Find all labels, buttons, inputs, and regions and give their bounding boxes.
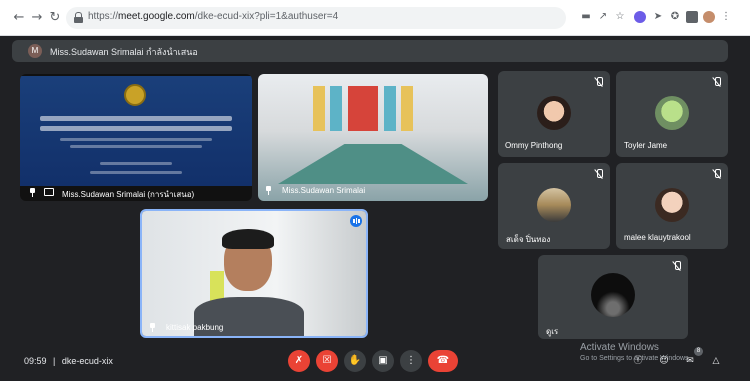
more-vert-icon: ⋮ [406, 355, 416, 366]
address-bar[interactable]: https://meet.google.com/dke-ecud-xix?pli… [66, 7, 566, 29]
lock-icon [74, 12, 83, 23]
camera-feed [142, 211, 366, 336]
slide-text-line [40, 116, 232, 121]
mic-toggle-button[interactable]: ✗ [288, 350, 310, 372]
browser-toolbar: ← → ↻ https://meet.google.com/dke-ecud-x… [0, 0, 750, 36]
present-screen-icon [44, 188, 54, 196]
camera-toggle-button[interactable]: ☒ [316, 350, 338, 372]
presenting-banner: M Miss.Sudawan Srimalai กำลังนำเสนอ [12, 40, 728, 62]
wall-panel-cyan [330, 86, 342, 131]
speaking-indicator-icon [350, 215, 362, 227]
participant-name: Miss.Sudawan Srimalai (การนำเสนอ) [62, 190, 195, 199]
back-icon[interactable]: ← [10, 9, 28, 27]
mic-off-icon [672, 261, 682, 271]
participant-name: Ommy Pinthong [505, 141, 563, 150]
avatar [655, 188, 689, 222]
leave-call-button[interactable]: ☎ [428, 350, 458, 372]
participant-tile-sadet[interactable]: สเด็จ ปิ่นทอง [498, 163, 610, 249]
raise-hand-button[interactable]: ✋ [344, 350, 366, 372]
pin-icon[interactable] [264, 186, 273, 195]
slide-emblem [124, 84, 146, 106]
camera-feed [258, 74, 488, 201]
participant-name: Toyler Jame [624, 141, 668, 150]
avatar [537, 96, 571, 130]
conference-table [278, 144, 468, 184]
extensions-puzzle-icon[interactable]: ✪ [669, 11, 681, 23]
pin-icon[interactable] [28, 188, 37, 197]
end-call-icon: ☎ [436, 355, 450, 366]
people-icon[interactable]: ☺ [658, 355, 670, 367]
extension-purple-icon[interactable] [634, 11, 646, 23]
mic-off-icon [712, 169, 722, 179]
mic-off-icon [594, 169, 604, 179]
slide-text-line [40, 126, 232, 131]
participant-tile-toyler[interactable]: Toyler Jame [616, 71, 728, 157]
hand-icon: ✋ [348, 355, 362, 366]
participant-tile-active-speaker[interactable]: kittisak pakbung [140, 209, 368, 338]
avatar [591, 273, 635, 317]
chat-icon[interactable]: ✉ [684, 355, 696, 367]
avatar [537, 188, 571, 222]
url-text: https://meet.google.com/dke-ecud-xix?pli… [88, 11, 339, 22]
reload-icon[interactable]: ↻ [46, 9, 64, 27]
participant-tile-room-camera[interactable]: Miss.Sudawan Srimalai [258, 74, 488, 201]
participant-name: kittisak pakbung [166, 323, 224, 332]
participant-name: Miss.Sudawan Srimalai [282, 186, 366, 195]
camera-off-icon: ☒ [322, 355, 332, 366]
forward-icon[interactable]: → [28, 9, 46, 27]
present-icon: ▣ [378, 355, 388, 366]
shared-slide [20, 76, 252, 186]
camera-in-use-icon[interactable]: ▬ [580, 11, 592, 23]
sidebar-panel-icon[interactable] [686, 11, 698, 23]
presentation-tile[interactable]: Miss.Sudawan Srimalai (การนำเสนอ) [20, 74, 252, 201]
wall-panel-yellow [401, 86, 413, 131]
background-object [210, 271, 224, 301]
share-icon[interactable]: ↗ [597, 11, 609, 23]
presenter-avatar: M [28, 44, 42, 58]
wall-panel-yellow [313, 86, 325, 131]
slide-text-line [60, 138, 212, 141]
present-now-button[interactable]: ▣ [372, 350, 394, 372]
meeting-details-icon[interactable]: ⓘ [632, 355, 644, 367]
more-options-button[interactable]: ⋮ [400, 350, 422, 372]
pin-icon[interactable] [148, 323, 157, 332]
avatar [655, 96, 689, 130]
mic-off-icon [712, 77, 722, 87]
wall-panel-red [348, 86, 378, 131]
participant-tile-ommy[interactable]: Ommy Pinthong [498, 71, 610, 157]
slide-text-line [90, 171, 182, 174]
profile-avatar-icon[interactable] [703, 11, 715, 23]
participant-tile-malee[interactable]: malee klauytrakool [616, 163, 728, 249]
extension-arrow-icon[interactable]: ➤ [652, 11, 664, 23]
presenting-banner-text: Miss.Sudawan Srimalai กำลังนำเสนอ [50, 47, 198, 57]
mic-off-icon [594, 77, 604, 87]
mic-off-icon: ✗ [294, 355, 304, 366]
slide-text-line [100, 162, 172, 165]
participant-name: สเด็จ ปิ่นทอง [506, 235, 551, 244]
browser-menu-icon[interactable]: ⋮ [720, 11, 732, 23]
meeting-time-and-code: 09:59 | dke-ecud-xix [24, 356, 113, 366]
person-hair [222, 229, 274, 249]
participant-name: ดูเร [546, 327, 559, 336]
slide-text-line [70, 145, 202, 148]
activities-icon[interactable]: △ [710, 355, 722, 367]
windows-activation-watermark: Activate Windows [580, 342, 659, 353]
wall-panel-cyan [384, 86, 396, 131]
bookmark-star-icon[interactable]: ☆ [614, 11, 626, 23]
participant-name: malee klauytrakool [624, 233, 691, 242]
participant-tile-unknown[interactable]: ดูเร [538, 255, 688, 339]
